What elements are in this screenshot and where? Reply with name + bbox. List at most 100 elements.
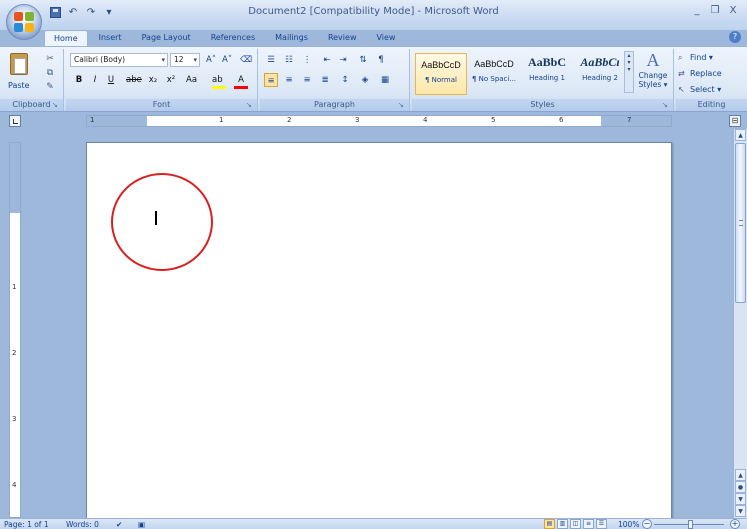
document-page[interactable] [86, 142, 672, 518]
tab-view[interactable]: View [367, 30, 404, 46]
tab-review[interactable]: Review [319, 30, 366, 46]
style-no-spacing[interactable]: AaBbCcD ¶ No Spaci... [468, 53, 520, 95]
format-painter-icon[interactable]: ✎ [44, 81, 56, 93]
draft-icon[interactable]: ☰ [596, 519, 607, 529]
style-sample: AaBbCı [580, 55, 620, 69]
ruler-number: 1 [12, 283, 17, 291]
ribbon-tabs: Home Insert Page Layout References Maili… [44, 30, 404, 46]
tab-home[interactable]: Home [44, 30, 88, 46]
find-button[interactable]: ⌕ Find ▾ [678, 51, 744, 65]
strikethrough-button[interactable]: abe [124, 73, 144, 87]
sort-icon[interactable]: ⇅ [356, 53, 370, 67]
paragraph-launcher-icon[interactable]: ↘ [398, 101, 406, 109]
clear-formatting-button[interactable]: ⌫ [238, 53, 254, 67]
cut-icon[interactable]: ✂ [44, 53, 56, 65]
horizontal-ruler[interactable]: 1 1 2 3 4 5 6 7 [86, 115, 672, 127]
full-screen-reading-icon[interactable]: ▥ [557, 519, 568, 529]
replace-button[interactable]: ⇄ Replace [678, 67, 744, 81]
browse-object-icon[interactable]: ● [735, 481, 746, 493]
tab-insert[interactable]: Insert [90, 30, 131, 46]
zoom-out-button[interactable]: − [642, 519, 652, 529]
office-button[interactable] [6, 4, 42, 40]
view-ruler-icon[interactable]: ⊟ [729, 115, 741, 127]
help-icon[interactable]: ? [729, 31, 741, 43]
ruler-number: 2 [12, 349, 17, 357]
previous-page-icon[interactable]: ▲ [735, 469, 746, 481]
tab-selector-button[interactable] [9, 115, 21, 127]
word-count[interactable]: Words: 0 [66, 519, 99, 529]
font-launcher-icon[interactable]: ↘ [246, 101, 254, 109]
font-name-combo[interactable]: Calibri (Body) ▾ [70, 53, 168, 67]
italic-button[interactable]: I [88, 73, 102, 87]
window-title: Document2 [Compatibility Mode] - Microso… [248, 6, 499, 17]
decrease-indent-icon[interactable]: ⇤ [320, 53, 334, 67]
shrink-font-button[interactable]: A˅ [220, 53, 234, 67]
change-styles-label-2: Styles ▾ [638, 80, 668, 89]
copy-icon[interactable]: ⧉ [44, 67, 56, 79]
style-normal[interactable]: AaBbCcD ¶ Normal [415, 53, 467, 95]
grow-font-button[interactable]: A˄ [204, 53, 218, 67]
scroll-thumb[interactable] [735, 143, 746, 303]
macro-record-icon[interactable]: ▣ [138, 519, 145, 529]
vertical-scrollbar[interactable]: ▲ ▲ ● ▼ ▼ [733, 129, 747, 518]
outline-icon[interactable]: ≡ [583, 519, 594, 529]
subscript-button[interactable]: x₂ [146, 73, 160, 87]
style-sample: AaBbCcD [474, 59, 514, 69]
print-layout-icon[interactable]: ▤ [544, 519, 555, 529]
paste-button[interactable]: Paste [4, 51, 36, 97]
styles-group: AaBbCcD ¶ Normal AaBbCcD ¶ No Spaci... A… [412, 49, 674, 111]
binoculars-icon: ⌕ [678, 53, 683, 62]
minimize-button[interactable]: _ [689, 3, 705, 17]
zoom-in-button[interactable]: + [730, 519, 740, 529]
font-color-button[interactable]: A [234, 73, 248, 87]
page-count[interactable]: Page: 1 of 1 [4, 519, 49, 529]
zoom-level[interactable]: 100% [618, 519, 639, 529]
font-size-combo[interactable]: 12 ▾ [170, 53, 200, 67]
bold-button[interactable]: B [72, 73, 86, 87]
bullets-icon[interactable]: ☰ [264, 53, 278, 67]
shading-icon[interactable]: ◈ [358, 73, 372, 87]
style-heading-1[interactable]: AaBbC Heading 1 [521, 53, 573, 95]
tab-page-layout[interactable]: Page Layout [133, 30, 200, 46]
close-button[interactable]: X [725, 3, 741, 17]
change-styles-icon: A [646, 50, 660, 70]
justify-icon[interactable]: ≣ [318, 73, 332, 87]
title-bar: ↶ ↷ ▾ Document2 [Compatibility Mode] - M… [0, 0, 747, 30]
select-button[interactable]: ↖ Select ▾ [678, 83, 744, 97]
style-heading-2[interactable]: AaBbCı Heading 2 [574, 53, 626, 95]
scroll-up-icon[interactable]: ▲ [735, 129, 746, 141]
status-bar: Page: 1 of 1 Words: 0 ✔ ▣ ▤ ▥ ◫ ≡ ☰ 100%… [0, 518, 747, 529]
borders-icon[interactable]: ▦ [378, 73, 392, 87]
underline-button[interactable]: U [104, 73, 118, 87]
show-formatting-icon[interactable]: ¶ [374, 53, 388, 67]
ruler-number: 1 [90, 116, 95, 124]
paragraph-group-label: Paragraph [260, 99, 409, 111]
paste-icon [10, 53, 28, 75]
web-layout-icon[interactable]: ◫ [570, 519, 581, 529]
align-left-icon[interactable]: ≡ [264, 73, 278, 87]
vertical-ruler[interactable]: 1 2 3 4 [9, 142, 21, 518]
styles-launcher-icon[interactable]: ↘ [662, 101, 670, 109]
styles-gallery-scroll[interactable]: ▴ ▾ ▾ [624, 51, 634, 93]
line-spacing-icon[interactable]: ↕ [338, 73, 352, 87]
superscript-button[interactable]: x² [164, 73, 178, 87]
align-center-icon[interactable]: ≡ [282, 73, 296, 87]
multilevel-list-icon[interactable]: ⋮ [300, 53, 314, 67]
restore-button[interactable]: ❐ [707, 3, 723, 17]
clipboard-launcher-icon[interactable]: ↘ [52, 101, 60, 109]
increase-indent-icon[interactable]: ⇥ [336, 53, 350, 67]
align-right-icon[interactable]: ≡ [300, 73, 314, 87]
next-page-icon[interactable]: ▼ [735, 493, 746, 505]
proofing-icon[interactable]: ✔ [116, 519, 122, 529]
clipboard-group: Paste ✂ ⧉ ✎ Clipboard ↘ [0, 49, 64, 111]
tab-references[interactable]: References [202, 30, 264, 46]
zoom-slider-thumb[interactable] [688, 520, 693, 529]
select-label: Select ▾ [690, 85, 722, 94]
change-case-button[interactable]: Aa [184, 73, 199, 87]
scroll-down-icon[interactable]: ▼ [735, 505, 746, 517]
highlight-circle [111, 173, 213, 271]
tab-mailings[interactable]: Mailings [266, 30, 317, 46]
numbering-icon[interactable]: ☷ [282, 53, 296, 67]
text-highlight-button[interactable]: ab [210, 73, 225, 87]
change-styles-button[interactable]: A Change Styles ▾ [636, 49, 670, 97]
